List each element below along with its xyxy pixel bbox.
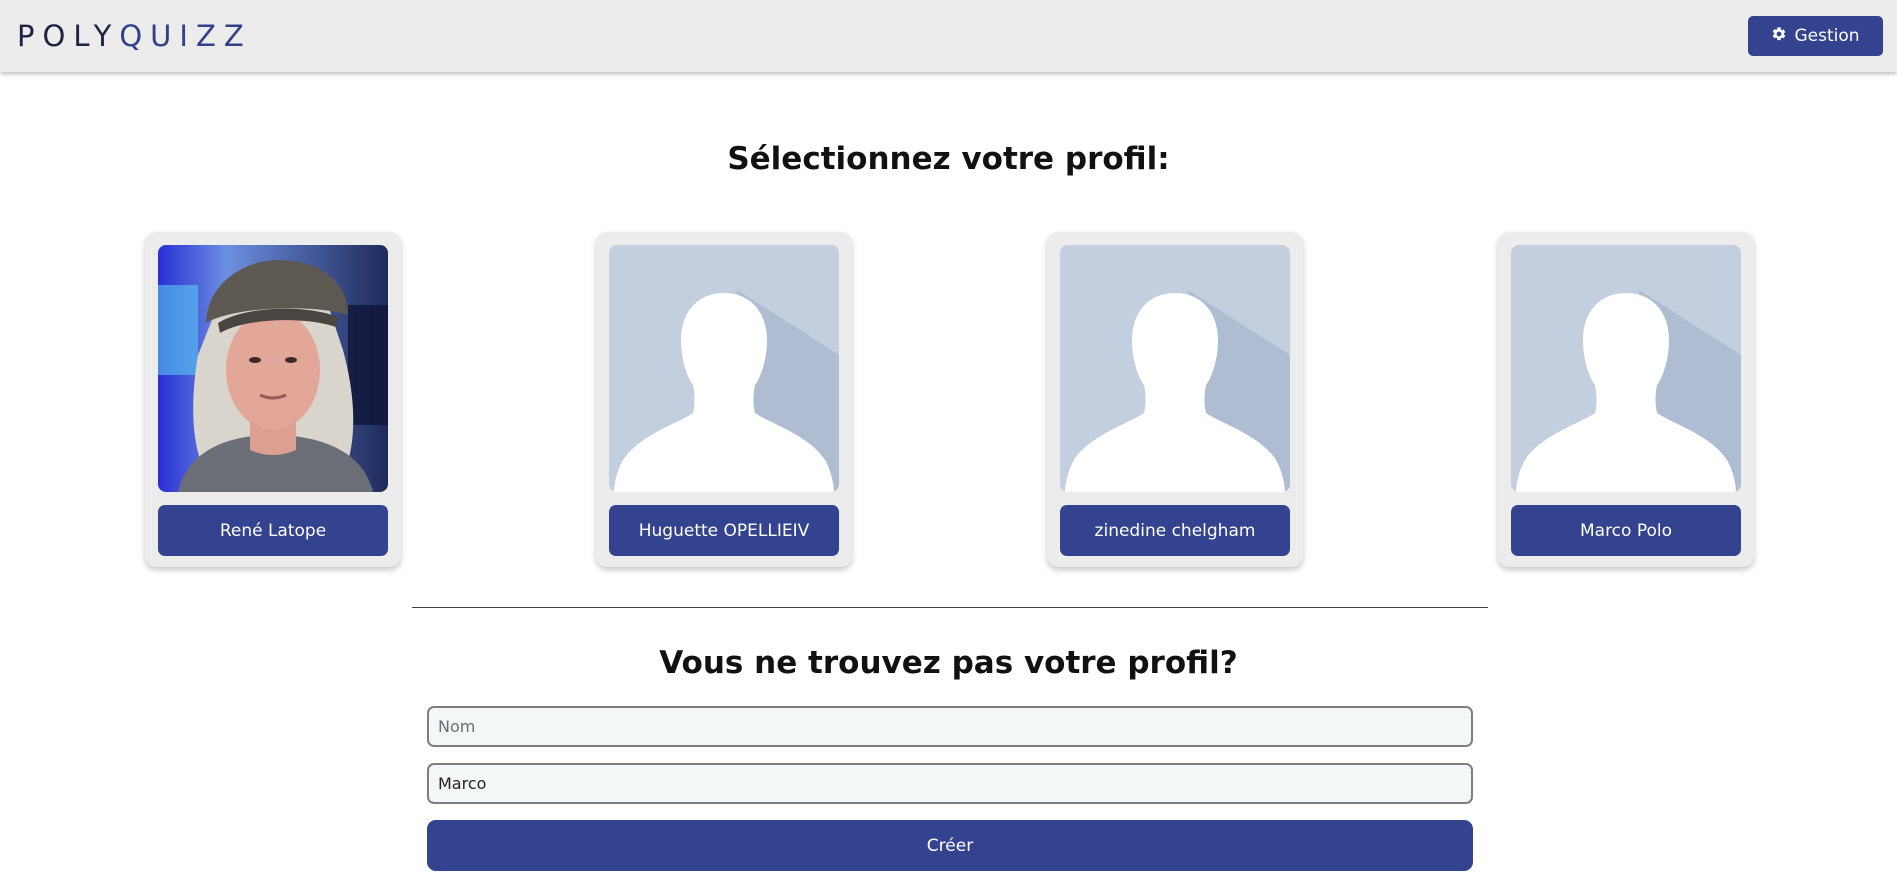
gestion-button[interactable]: Gestion (1748, 16, 1883, 56)
profile-card[interactable]: zinedine chelgham (1047, 232, 1303, 567)
user-silhouette-icon (609, 245, 839, 492)
profile-card[interactable]: Huguette OPELLIEIV (596, 232, 852, 567)
default-avatar[interactable] (1060, 245, 1290, 492)
profile-card[interactable]: René Latope (145, 232, 401, 567)
create-profile-title: Vous ne trouvez pas votre profil? (659, 645, 1238, 681)
logo-text-quizz: QUIZZ (119, 19, 252, 53)
section-divider (412, 607, 1488, 608)
profile-photo[interactable] (158, 245, 388, 492)
logo-text-poly: POLY (17, 19, 120, 53)
user-silhouette-icon (1060, 245, 1290, 492)
profile-name-button[interactable]: Huguette OPELLIEIV (609, 505, 839, 556)
page-title: Sélectionnez votre profil: (727, 141, 1170, 177)
profile-name-button[interactable]: zinedine chelgham (1060, 505, 1290, 556)
top-bar: POLYQUIZZ Gestion (0, 0, 1897, 72)
app-logo[interactable]: POLYQUIZZ (17, 19, 252, 53)
profile-name-button[interactable]: Marco Polo (1511, 505, 1741, 556)
default-avatar[interactable] (1511, 245, 1741, 492)
profile-photo-image (158, 245, 388, 492)
gestion-label: Gestion (1794, 26, 1860, 46)
create-button[interactable]: Créer (427, 820, 1473, 871)
profile-name-button[interactable]: René Latope (158, 505, 388, 556)
gear-icon (1771, 26, 1787, 47)
nom-input[interactable] (427, 706, 1473, 747)
user-silhouette-icon (1511, 245, 1741, 492)
prenom-input[interactable] (427, 763, 1473, 804)
default-avatar[interactable] (609, 245, 839, 492)
profile-card[interactable]: Marco Polo (1498, 232, 1754, 567)
